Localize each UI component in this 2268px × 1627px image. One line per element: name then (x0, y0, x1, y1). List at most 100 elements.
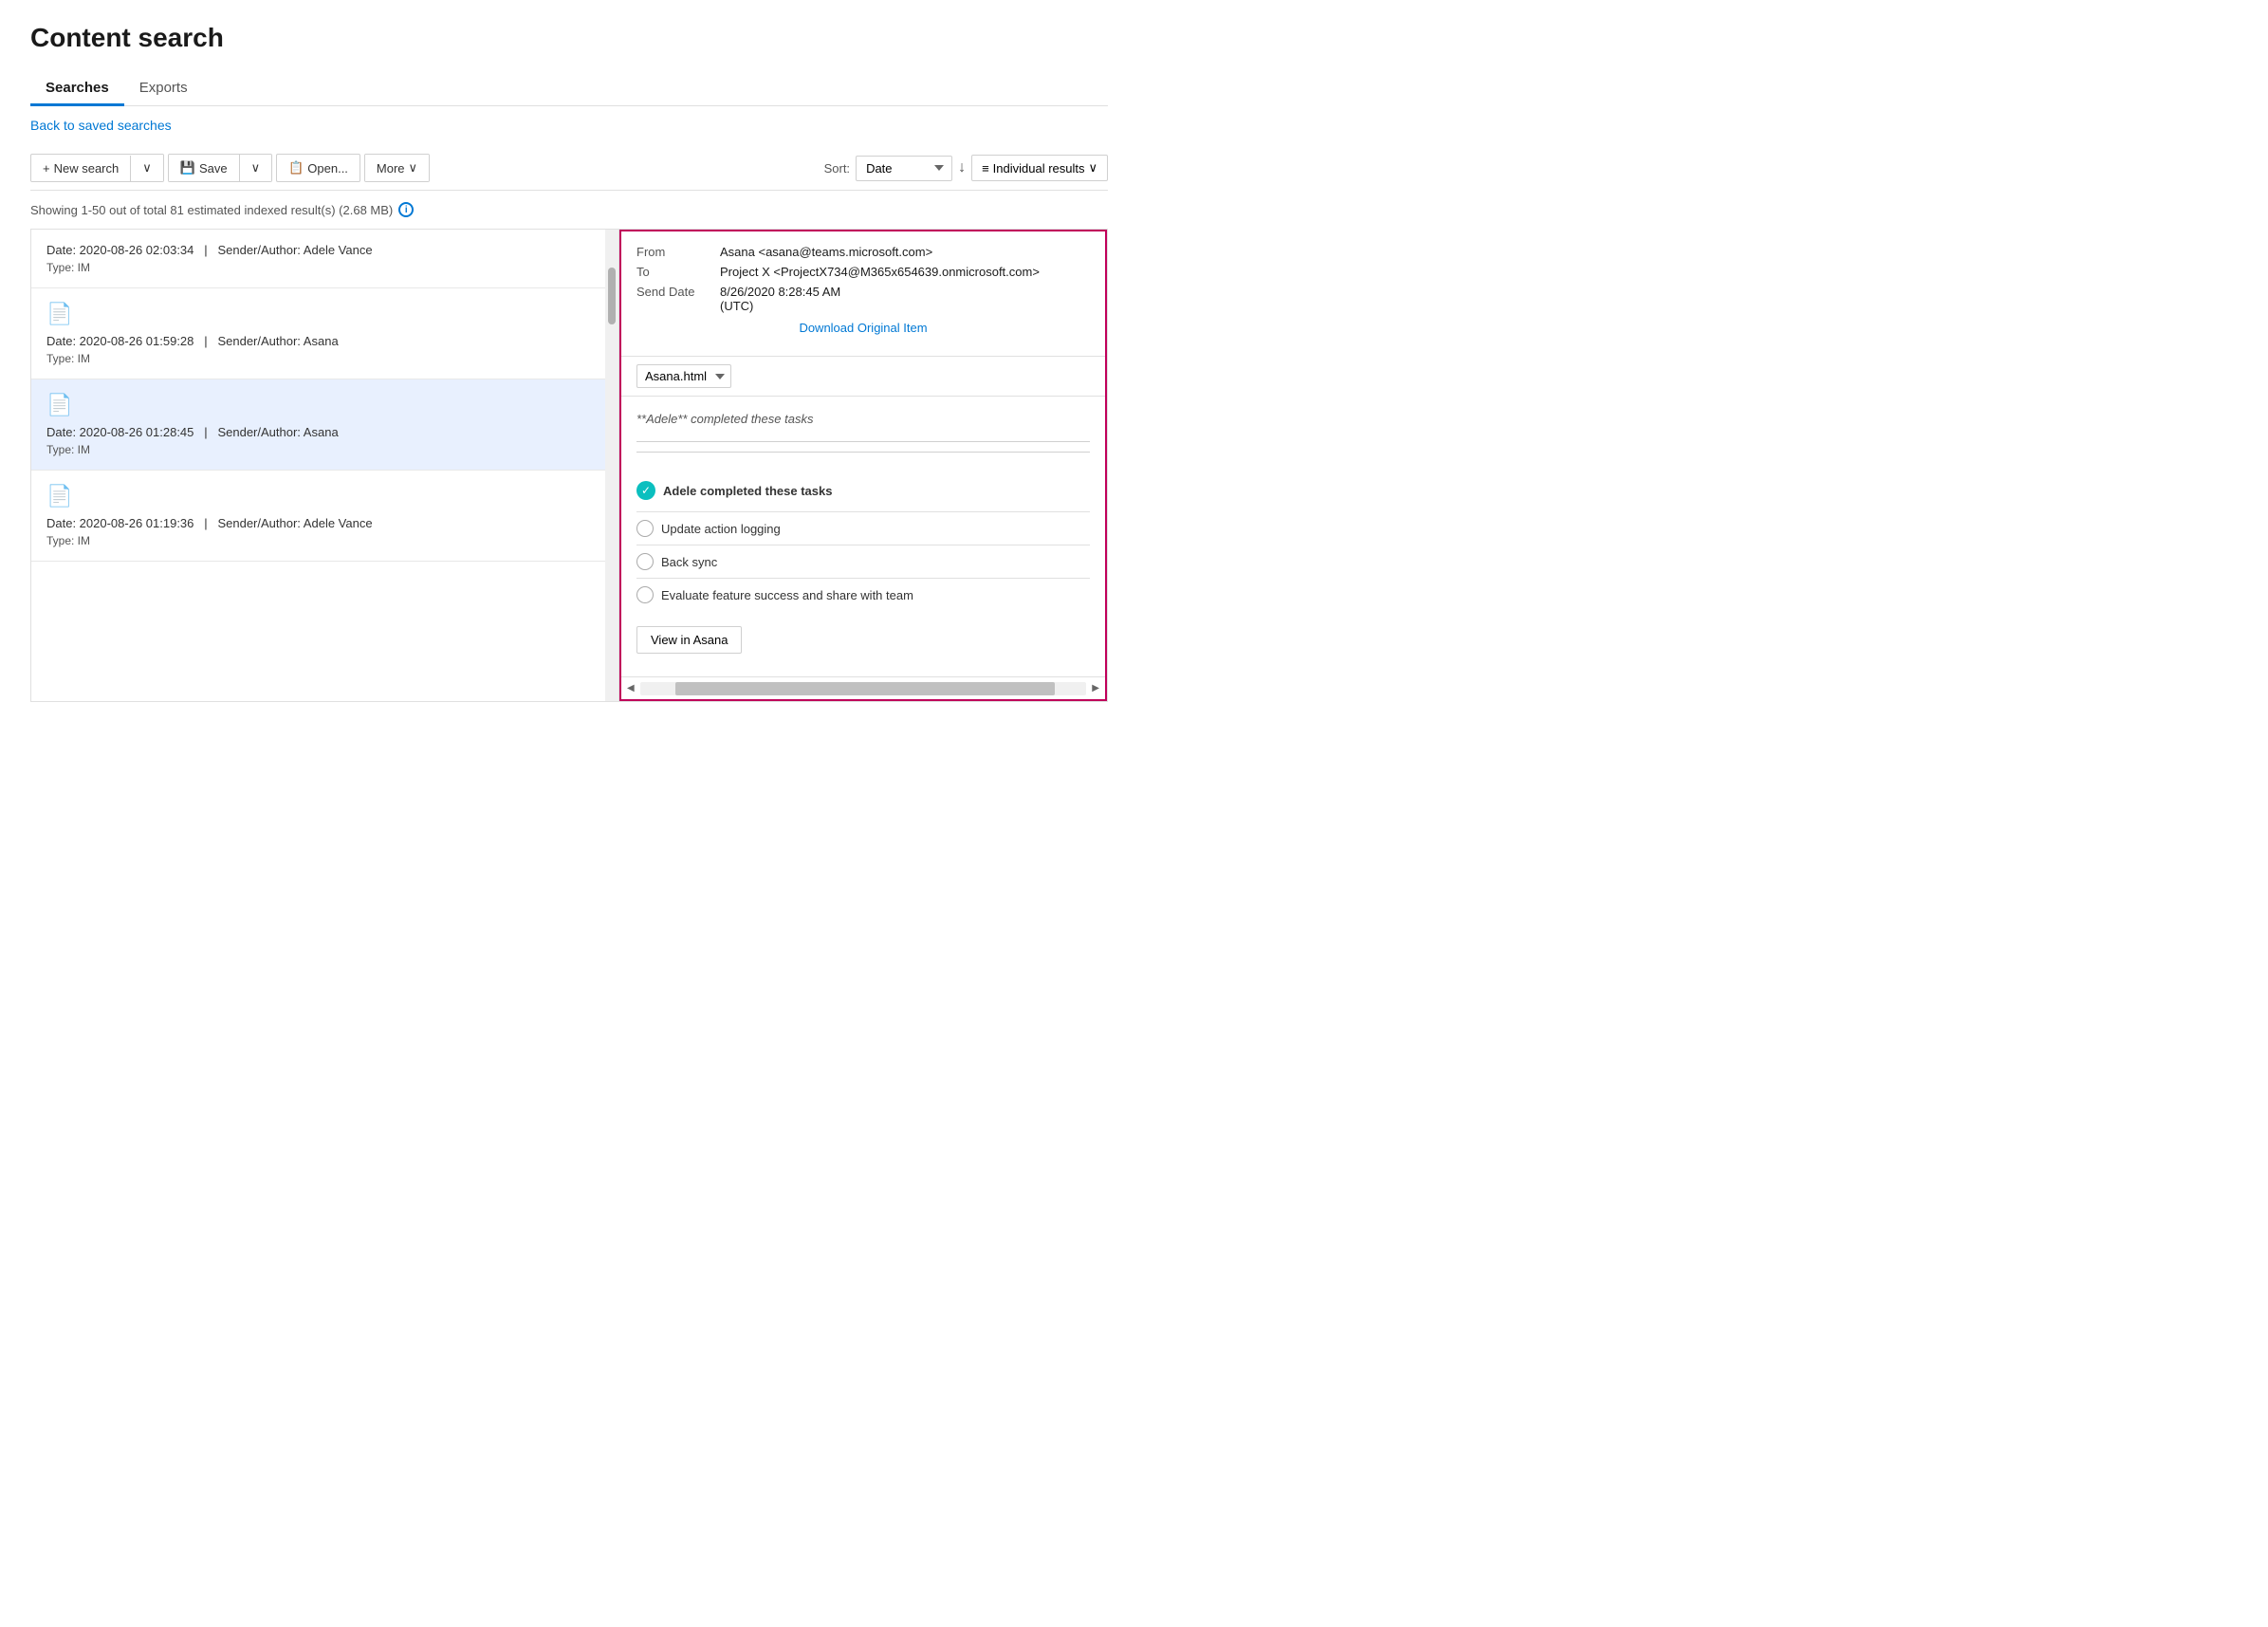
task-text-2: Back sync (661, 555, 717, 569)
result-meta-1: Date: 2020-08-26 02:03:34 | Sender/Autho… (46, 243, 603, 257)
back-to-saved-searches-link[interactable]: Back to saved searches (30, 118, 172, 133)
result-date-3: Date: 2020-08-26 01:28:45 (46, 425, 194, 439)
more-btn-group: More ∨ (364, 154, 430, 182)
document-icon-3: 📄 (46, 393, 603, 417)
new-search-label: New search (54, 161, 120, 176)
view-in-asana-button[interactable]: View in Asana (636, 626, 742, 654)
file-selector: Asana.html (621, 357, 1105, 397)
scroll-left-arrow[interactable]: ◀ (625, 681, 636, 695)
result-item-selected[interactable]: › 📄 Date: 2020-08-26 01:28:45 | Sender/A… (31, 379, 618, 471)
task-text-1: Update action logging (661, 522, 781, 536)
result-item[interactable]: 📄 Date: 2020-08-26 01:19:36 | Sender/Aut… (31, 471, 618, 562)
new-search-button[interactable]: + New search (31, 156, 131, 181)
check-empty-icon-1 (636, 520, 654, 537)
result-date-2: Date: 2020-08-26 01:59:28 (46, 334, 194, 348)
sort-label: Sort: (824, 161, 850, 176)
from-field: From Asana <asana@teams.microsoft.com> (636, 245, 1090, 259)
toolbar: + New search ∨ 💾 Save ∨ 📋 Open... More ∨ (30, 146, 1108, 191)
check-inner-1 (641, 525, 649, 532)
more-button[interactable]: More ∨ (365, 155, 429, 181)
result-type-3: Type: IM (46, 443, 603, 456)
result-item[interactable]: Date: 2020-08-26 02:03:34 | Sender/Autho… (31, 230, 618, 288)
send-date-label: Send Date (636, 285, 712, 313)
check-filled-icon: ✓ (636, 481, 655, 500)
check-empty-icon-2 (636, 553, 654, 570)
scroll-track-thumb[interactable] (675, 682, 1055, 695)
scroll-track[interactable] (640, 682, 1087, 695)
view-label: Individual results (993, 161, 1085, 176)
task-header: ✓ Adele completed these tasks (636, 481, 1090, 500)
tab-searches[interactable]: Searches (30, 72, 124, 106)
horizontal-scrollbar: ◀ ▶ (621, 676, 1105, 699)
view-chevron-icon: ∨ (1088, 160, 1097, 176)
result-sender-2: Sender/Author: Asana (217, 334, 338, 348)
save-btn-group: 💾 Save ∨ (168, 154, 272, 182)
from-label: From (636, 245, 712, 259)
main-layout: Date: 2020-08-26 02:03:34 | Sender/Autho… (30, 229, 1108, 702)
document-icon-2: 📄 (46, 302, 603, 326)
open-label: Open... (307, 161, 348, 176)
result-sender-1: Sender/Author: Adele Vance (217, 243, 372, 257)
result-item[interactable]: 📄 Date: 2020-08-26 01:59:28 | Sender/Aut… (31, 288, 618, 379)
tab-exports[interactable]: Exports (124, 72, 203, 106)
check-empty-icon-3 (636, 586, 654, 603)
separator-1 (636, 441, 1090, 442)
result-meta-3: Date: 2020-08-26 01:28:45 | Sender/Autho… (46, 425, 603, 439)
task-item-1: Update action logging (636, 511, 1090, 545)
save-label: Save (199, 161, 228, 176)
open-icon: 📋 (288, 160, 304, 176)
result-meta-2: Date: 2020-08-26 01:59:28 | Sender/Autho… (46, 334, 603, 348)
document-icon-4: 📄 (46, 484, 603, 508)
save-icon: 💾 (180, 160, 195, 176)
result-sender-4: Sender/Author: Adele Vance (217, 516, 372, 530)
results-info: Showing 1-50 out of total 81 estimated i… (30, 202, 1108, 217)
result-date-1: Date: 2020-08-26 02:03:34 (46, 243, 194, 257)
results-panel: Date: 2020-08-26 02:03:34 | Sender/Autho… (31, 230, 619, 701)
chevron-down-icon-2: ∨ (251, 160, 261, 176)
save-button[interactable]: 💾 Save (169, 155, 240, 181)
send-date-field: Send Date 8/26/2020 8:28:45 AM (UTC) (636, 285, 1090, 313)
email-preview: ✓ Adele completed these tasks Update act… (636, 462, 1090, 661)
task-text-3: Evaluate feature success and share with … (661, 588, 913, 602)
check-inner-2 (641, 558, 649, 565)
result-meta-4: Date: 2020-08-26 01:19:36 | Sender/Autho… (46, 516, 603, 530)
results-list: Date: 2020-08-26 02:03:34 | Sender/Autho… (31, 230, 618, 701)
file-format-select[interactable]: Asana.html (636, 364, 731, 388)
tabs-container: Searches Exports (30, 72, 1108, 106)
chevron-down-icon-3: ∨ (409, 160, 418, 176)
scroll-indicator (605, 230, 618, 701)
to-label: To (636, 265, 712, 279)
task-item-3: Evaluate feature success and share with … (636, 578, 1090, 611)
result-date-4: Date: 2020-08-26 01:19:36 (46, 516, 194, 530)
download-original-link[interactable]: Download Original Item (636, 321, 1090, 335)
from-value: Asana <asana@teams.microsoft.com> (720, 245, 1090, 259)
scroll-thumb[interactable] (608, 268, 616, 324)
detail-panel: From Asana <asana@teams.microsoft.com> T… (619, 230, 1107, 701)
to-value: Project X <ProjectX734@M365x654639.onmic… (720, 265, 1090, 279)
view-button[interactable]: ≡ Individual results ∨ (971, 155, 1108, 181)
scroll-right-arrow[interactable]: ▶ (1090, 681, 1101, 695)
page-title: Content search (30, 23, 1108, 53)
results-info-text: Showing 1-50 out of total 81 estimated i… (30, 203, 393, 217)
sort-direction-icon[interactable]: ↓ (958, 159, 966, 176)
detail-header: From Asana <asana@teams.microsoft.com> T… (621, 231, 1105, 357)
plus-icon: + (43, 161, 50, 176)
result-sender-3: Sender/Author: Asana (217, 425, 338, 439)
result-type-1: Type: IM (46, 261, 603, 274)
task-section: ✓ Adele completed these tasks Update act… (636, 481, 1090, 654)
open-button[interactable]: 📋 Open... (276, 154, 360, 182)
save-dropdown-button[interactable]: ∨ (240, 155, 272, 181)
more-label: More (377, 161, 405, 176)
chevron-down-icon: ∨ (142, 160, 152, 176)
info-icon[interactable]: i (398, 202, 414, 217)
task-item-2: Back sync (636, 545, 1090, 578)
sort-select[interactable]: Date Relevance Subject Sender (856, 156, 952, 181)
separator-2 (636, 452, 1090, 453)
task-header-text: Adele completed these tasks (663, 484, 832, 498)
to-field: To Project X <ProjectX734@M365x654639.on… (636, 265, 1090, 279)
send-date-value: 8/26/2020 8:28:45 AM (UTC) (720, 285, 1090, 313)
sort-container: Sort: Date Relevance Subject Sender ↓ ≡ … (824, 155, 1108, 181)
list-icon: ≡ (982, 161, 989, 176)
check-inner-3 (641, 591, 649, 599)
new-search-dropdown-button[interactable]: ∨ (131, 155, 163, 181)
